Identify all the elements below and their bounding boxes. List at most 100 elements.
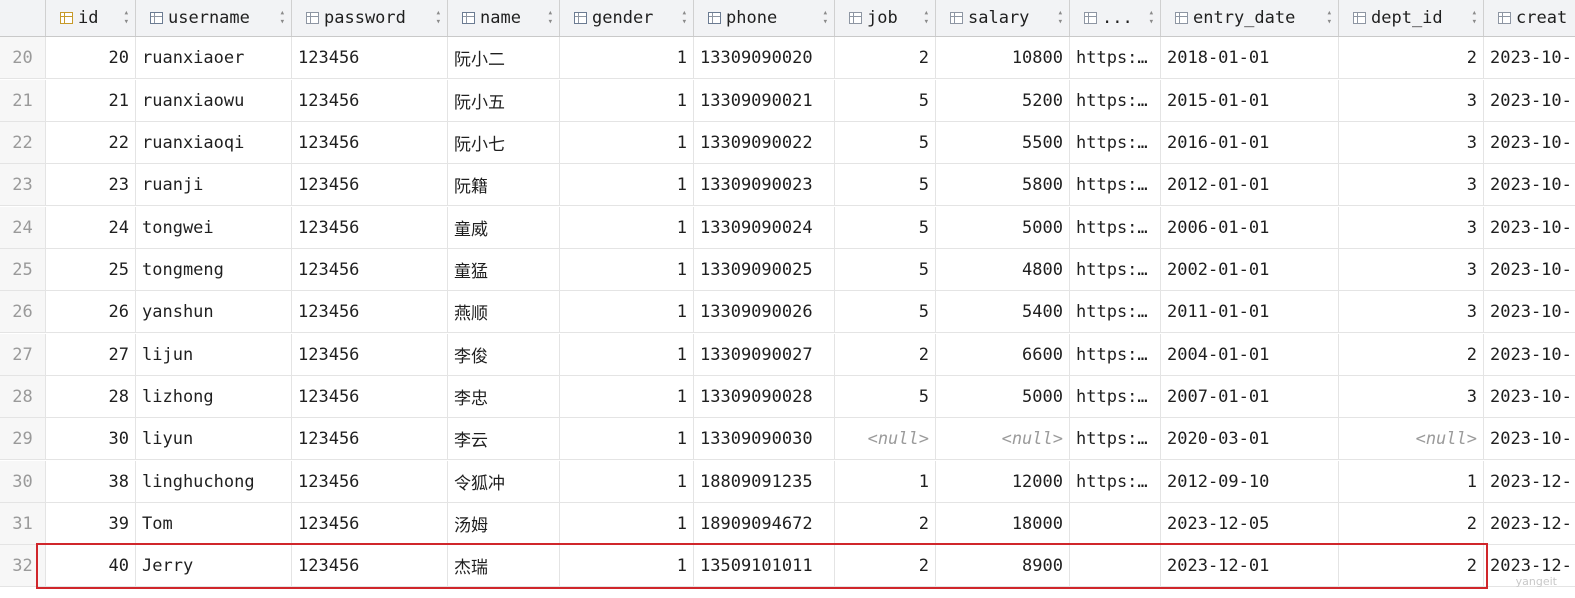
- cell-image[interactable]: https:…: [1070, 164, 1161, 205]
- cell-id[interactable]: 24: [46, 207, 136, 248]
- cell-username[interactable]: ruanxiaowu: [136, 80, 292, 121]
- cell-gender[interactable]: 1: [560, 503, 694, 544]
- cell-dept-id[interactable]: 3: [1339, 376, 1484, 417]
- column-header-name[interactable]: name ▴ ▾: [448, 0, 560, 36]
- cell-id[interactable]: 20: [46, 37, 136, 78]
- row-number[interactable]: 32: [0, 545, 46, 586]
- cell-id[interactable]: 27: [46, 334, 136, 375]
- cell-create-time[interactable]: 2023-10-: [1484, 418, 1575, 459]
- cell-image[interactable]: https:…: [1070, 207, 1161, 248]
- cell-dept-id[interactable]: 3: [1339, 122, 1484, 163]
- cell-salary[interactable]: 5000: [936, 207, 1070, 248]
- column-header-image[interactable]: ... ▴ ▾: [1070, 0, 1161, 36]
- cell-id[interactable]: 26: [46, 291, 136, 332]
- cell-gender[interactable]: 1: [560, 291, 694, 332]
- cell-entry-date[interactable]: 2002-01-01: [1161, 249, 1339, 290]
- cell-phone[interactable]: 13309090028: [694, 376, 835, 417]
- cell-create-time[interactable]: 2023-10-: [1484, 80, 1575, 121]
- cell-dept-id[interactable]: 2: [1339, 545, 1484, 586]
- cell-id[interactable]: 30: [46, 418, 136, 459]
- cell-create-time[interactable]: 2023-10-: [1484, 249, 1575, 290]
- cell-name[interactable]: 阮小七: [448, 122, 560, 163]
- cell-username[interactable]: Tom: [136, 503, 292, 544]
- cell-gender[interactable]: 1: [560, 37, 694, 78]
- row-number[interactable]: 28: [0, 376, 46, 417]
- cell-name[interactable]: 童威: [448, 207, 560, 248]
- table-row[interactable]: 30 38 linghuchong 123456 令狐冲 1 18809091235 1 120…: [0, 461, 1575, 503]
- cell-salary[interactable]: 18000: [936, 503, 1070, 544]
- cell-username[interactable]: tongwei: [136, 207, 292, 248]
- sort-icon[interactable]: ▴ ▾: [1054, 9, 1063, 27]
- cell-name[interactable]: 汤姆: [448, 503, 560, 544]
- cell-entry-date[interactable]: 2006-01-01: [1161, 207, 1339, 248]
- cell-phone[interactable]: 13309090026: [694, 291, 835, 332]
- row-number[interactable]: 26: [0, 291, 46, 332]
- cell-entry-date[interactable]: 2018-01-01: [1161, 37, 1339, 78]
- cell-gender[interactable]: 1: [560, 164, 694, 205]
- cell-gender[interactable]: 1: [560, 249, 694, 290]
- cell-job[interactable]: 5: [835, 122, 936, 163]
- cell-create-time[interactable]: 2023-12-: [1484, 461, 1575, 502]
- cell-phone[interactable]: 13309090023: [694, 164, 835, 205]
- cell-id[interactable]: 38: [46, 461, 136, 502]
- cell-job[interactable]: 1: [835, 461, 936, 502]
- table-row[interactable]: 26 26 yanshun 123456 燕顺 1 13309090026 5 5400 http…: [0, 291, 1575, 333]
- cell-password[interactable]: 123456: [292, 122, 448, 163]
- cell-phone[interactable]: 13309090020: [694, 37, 835, 78]
- cell-create-time[interactable]: 2023-10-: [1484, 122, 1575, 163]
- cell-password[interactable]: 123456: [292, 80, 448, 121]
- cell-password[interactable]: 123456: [292, 545, 448, 586]
- cell-id[interactable]: 22: [46, 122, 136, 163]
- cell-dept-id[interactable]: 1: [1339, 461, 1484, 502]
- cell-username[interactable]: liyun: [136, 418, 292, 459]
- table-row[interactable]: 20 20 ruanxiaoer 123456 阮小二 1 13309090020 2 1080…: [0, 37, 1575, 79]
- cell-job[interactable]: 2: [835, 334, 936, 375]
- table-row[interactable]: 29 30 liyun 123456 李云 1 13309090030 <null> <null…: [0, 418, 1575, 460]
- cell-salary[interactable]: 4800: [936, 249, 1070, 290]
- cell-username[interactable]: ruanxiaoer: [136, 37, 292, 78]
- cell-gender[interactable]: 1: [560, 207, 694, 248]
- cell-phone[interactable]: 13309090027: [694, 334, 835, 375]
- column-header-salary[interactable]: salary ▴ ▾: [936, 0, 1070, 36]
- cell-dept-id[interactable]: 3: [1339, 80, 1484, 121]
- cell-dept-id[interactable]: 2: [1339, 37, 1484, 78]
- cell-username[interactable]: lizhong: [136, 376, 292, 417]
- cell-password[interactable]: 123456: [292, 376, 448, 417]
- column-header-dept-id[interactable]: dept_id ▴ ▾: [1339, 0, 1484, 36]
- cell-phone[interactable]: 18809091235: [694, 461, 835, 502]
- cell-job[interactable]: <null>: [835, 418, 936, 459]
- cell-username[interactable]: lijun: [136, 334, 292, 375]
- cell-entry-date[interactable]: 2020-03-01: [1161, 418, 1339, 459]
- cell-password[interactable]: 123456: [292, 461, 448, 502]
- cell-id[interactable]: 25: [46, 249, 136, 290]
- table-row[interactable]: 31 39 Tom 123456 汤姆 1 18909094672 2 18000 2023-12…: [0, 503, 1575, 545]
- cell-job[interactable]: 5: [835, 80, 936, 121]
- cell-entry-date[interactable]: 2016-01-01: [1161, 122, 1339, 163]
- row-number[interactable]: 29: [0, 418, 46, 459]
- cell-phone[interactable]: 18909094672: [694, 503, 835, 544]
- cell-image[interactable]: https:…: [1070, 461, 1161, 502]
- cell-salary[interactable]: 8900: [936, 545, 1070, 586]
- cell-password[interactable]: 123456: [292, 164, 448, 205]
- row-number[interactable]: 22: [0, 122, 46, 163]
- cell-dept-id[interactable]: 3: [1339, 207, 1484, 248]
- cell-id[interactable]: 39: [46, 503, 136, 544]
- cell-job[interactable]: 5: [835, 207, 936, 248]
- cell-job[interactable]: 2: [835, 545, 936, 586]
- cell-dept-id[interactable]: 3: [1339, 249, 1484, 290]
- cell-name[interactable]: 杰瑞: [448, 545, 560, 586]
- row-number[interactable]: 30: [0, 461, 46, 502]
- cell-username[interactable]: tongmeng: [136, 249, 292, 290]
- column-header-entry-date[interactable]: entry_date ▴ ▾: [1161, 0, 1339, 36]
- cell-password[interactable]: 123456: [292, 334, 448, 375]
- sort-icon[interactable]: ▴ ▾: [1468, 9, 1477, 27]
- cell-phone[interactable]: 13309090025: [694, 249, 835, 290]
- sort-icon[interactable]: ▴ ▾: [1145, 9, 1154, 27]
- table-row[interactable]: 23 23 ruanji 123456 阮籍 1 13309090023 5 5800 https…: [0, 164, 1575, 206]
- cell-username[interactable]: Jerry: [136, 545, 292, 586]
- cell-name[interactable]: 阮小五: [448, 80, 560, 121]
- column-header-id[interactable]: id ▴ ▾: [46, 0, 136, 36]
- cell-entry-date[interactable]: 2023-12-05: [1161, 503, 1339, 544]
- cell-image[interactable]: https:…: [1070, 291, 1161, 332]
- table-row[interactable]: 24 24 tongwei 123456 童威 1 13309090024 5 5000 http…: [0, 207, 1575, 249]
